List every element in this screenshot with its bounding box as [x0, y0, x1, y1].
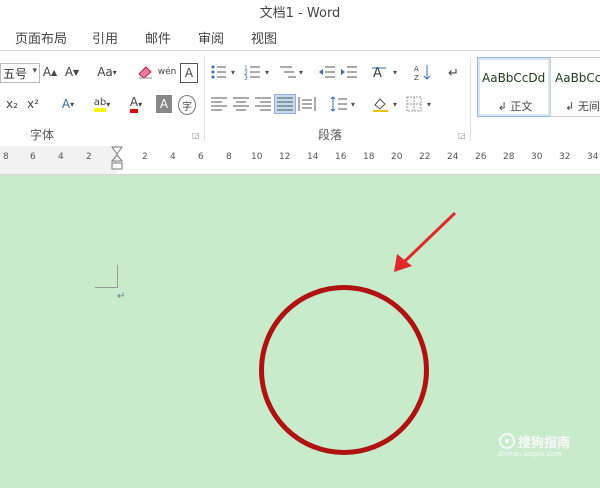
watermark-text: 搜狗指南: [518, 436, 571, 451]
annotation-arrow-icon: [394, 211, 457, 272]
watermark: 搜狗指南 zhinan.sogou.com: [498, 432, 598, 467]
watermark-url: zhinan.sogou.com: [498, 450, 562, 458]
sogou-logo-icon: [499, 433, 515, 449]
